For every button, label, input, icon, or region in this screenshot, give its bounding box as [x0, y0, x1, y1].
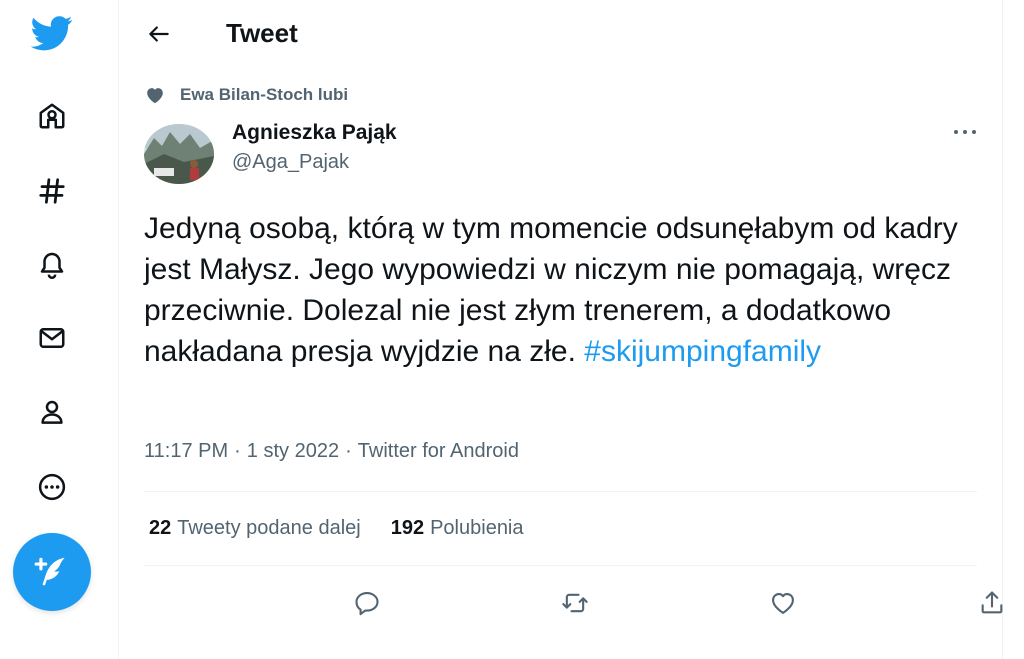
meta-separator: ·	[345, 440, 352, 462]
reply-icon	[355, 592, 379, 616]
hashtag-link[interactable]: #skijumpingfamily	[584, 335, 821, 368]
retweets-count: 22	[149, 517, 172, 539]
main-column: Tweet Ewa Bilan-Stoch lubi Agnieszka Paj…	[118, 0, 1003, 659]
social-context[interactable]: Ewa Bilan-Stoch lubi	[144, 84, 348, 106]
retweets-label: Tweety podane dalej	[177, 517, 361, 539]
like-heart-icon	[772, 592, 794, 614]
likes-label: Polubienia	[430, 517, 524, 539]
page-header: Tweet	[119, 0, 1004, 68]
author-handle[interactable]: @Aga_Pajak	[232, 151, 349, 174]
likes-count: 192	[390, 517, 425, 539]
twitter-logo-icon[interactable]	[27, 8, 77, 58]
retweet-icon	[562, 593, 588, 613]
hashtag-icon[interactable]	[27, 166, 77, 216]
divider	[144, 491, 977, 492]
bell-icon[interactable]	[27, 239, 77, 289]
likes-stat[interactable]: 192 Polubienia	[391, 517, 524, 540]
retweets-stat[interactable]: 22 Tweety podane dalej	[149, 517, 361, 540]
divider	[144, 565, 977, 566]
page-title: Tweet	[226, 18, 298, 48]
tweet-actions	[144, 580, 1003, 630]
avatar[interactable]	[144, 124, 214, 184]
share-icon	[981, 591, 1003, 614]
tweet-date[interactable]: 1 sty 2022	[247, 440, 339, 462]
reply-button[interactable]	[344, 580, 390, 626]
retweet-button[interactable]	[552, 580, 598, 626]
back-button[interactable]	[137, 12, 181, 56]
profile-icon[interactable]	[27, 387, 77, 437]
mail-icon[interactable]	[27, 313, 77, 363]
home-icon[interactable]	[27, 91, 77, 141]
tweet-body: Jedyną osobą, którą w tym momencie odsun…	[144, 212, 958, 368]
like-button[interactable]	[760, 580, 806, 626]
share-button[interactable]	[969, 580, 1015, 626]
tweet-text: Jedyną osobą, którą w tym momencie odsun…	[144, 208, 984, 372]
more-horizontal-icon	[954, 130, 976, 134]
tweet-source[interactable]: Twitter for Android	[358, 440, 519, 462]
tweet-more-button[interactable]	[947, 118, 983, 146]
tweet-meta: 11:17 PM · 1 sty 2022 · Twitter for Android	[144, 440, 519, 463]
compose-tweet-button[interactable]	[13, 533, 91, 611]
more-circle-icon[interactable]	[27, 462, 77, 512]
compose-feather-icon	[34, 557, 65, 586]
arrow-left-icon	[149, 26, 169, 42]
author-name[interactable]: Agnieszka Pająk	[232, 121, 397, 145]
sidebar-nav	[0, 0, 118, 659]
heart-filled-icon	[147, 88, 163, 104]
social-context-text: Ewa Bilan-Stoch lubi	[180, 85, 349, 104]
meta-separator: ·	[234, 440, 241, 462]
tweet-stats: 22 Tweety podane dalej 192 Polubienia	[149, 517, 524, 540]
tweet-time[interactable]: 11:17 PM	[144, 440, 228, 462]
